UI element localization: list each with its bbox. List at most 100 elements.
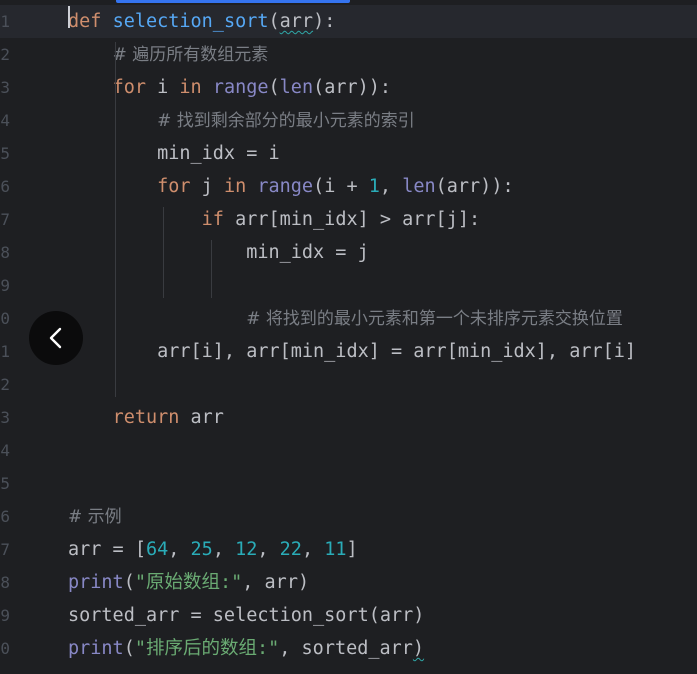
code-token: sorted_arr = selection_sort(arr) xyxy=(68,605,425,626)
line-number: 5 xyxy=(0,144,10,163)
line-number: 1 xyxy=(0,342,10,361)
code-token: ( xyxy=(268,77,280,98)
code-token: arr[min_idx] > arr[j]: xyxy=(223,209,481,230)
code-token: for xyxy=(157,176,191,197)
back-button[interactable] xyxy=(29,311,83,365)
code-text: # 找到剩余部分的最小元素的索引 xyxy=(68,104,415,138)
code-line[interactable]: 9 xyxy=(0,269,697,302)
indent-guide xyxy=(115,42,116,397)
code-token: , xyxy=(301,539,325,560)
code-line[interactable]: 8 min_idx = j xyxy=(0,236,697,269)
code-token: , sorted_arr xyxy=(279,638,413,659)
code-line[interactable]: 0 # 将找到的最小元素和第一个未排序元素交换位置 xyxy=(0,302,697,335)
line-number: 7 xyxy=(0,540,10,559)
code-token: , xyxy=(257,539,280,560)
code-text: # 遍历所有数组元素 xyxy=(68,38,269,72)
code-token: min_idx = i xyxy=(68,143,280,164)
line-number: 4 xyxy=(0,441,10,460)
code-token: ) xyxy=(412,638,425,659)
code-token: print xyxy=(68,638,124,659)
code-line[interactable]: 2 xyxy=(0,368,697,401)
text-cursor xyxy=(68,6,70,28)
code-text: return arr xyxy=(68,401,224,434)
code-token: ( xyxy=(268,11,280,32)
code-token: len xyxy=(279,77,314,98)
code-line[interactable]: 7 if arr[min_idx] > arr[j]: xyxy=(0,203,697,236)
code-token: 11 xyxy=(324,539,347,560)
code-token: arr xyxy=(179,407,224,428)
code-text: for i in range(len(arr)): xyxy=(68,71,392,104)
code-token: i xyxy=(145,77,180,98)
line-number: 8 xyxy=(0,573,10,592)
code-token: 22 xyxy=(279,539,302,560)
code-line[interactable]: 6 # 示例 xyxy=(0,500,697,533)
code-token: arr[i], arr[min_idx] = arr[min_idx], arr… xyxy=(68,341,637,362)
line-number: 3 xyxy=(0,78,10,97)
code-line[interactable]: 9 sorted_arr = selection_sort(arr) xyxy=(0,599,697,632)
code-token: , xyxy=(168,539,191,560)
code-token: (arr)): xyxy=(435,176,514,197)
code-editor[interactable]: 1 def selection_sort(arr): 2 # 遍历所有数组元素 3 f… xyxy=(0,0,697,674)
code-token: , xyxy=(212,539,236,560)
code-line[interactable]: 4 xyxy=(0,434,697,467)
code-text: sorted_arr = selection_sort(arr) xyxy=(68,599,424,632)
code-text: min_idx = j xyxy=(68,236,369,269)
line-number: 4 xyxy=(0,111,10,130)
code-line[interactable]: 8 print("原始数组:", arr) xyxy=(0,566,697,599)
code-token: for xyxy=(112,77,146,98)
code-token: range xyxy=(257,176,314,197)
code-line[interactable]: 3 return arr xyxy=(0,401,697,434)
line-number: 2 xyxy=(0,375,10,394)
line-number: 7 xyxy=(0,210,10,229)
code-token: selection_sort xyxy=(112,11,269,32)
code-token: min_idx = j xyxy=(68,242,369,263)
line-number: 5 xyxy=(0,474,10,493)
code-line[interactable]: 1 arr[i], arr[min_idx] = arr[min_idx], a… xyxy=(0,335,697,368)
code-token: if xyxy=(201,209,224,230)
code-line[interactable]: 1 def selection_sort(arr): xyxy=(0,5,697,38)
line-number: 1 xyxy=(0,12,10,31)
code-line[interactable]: 6 for j in range(i + 1, len(arr)): xyxy=(0,170,697,203)
code-text: print("原始数组:", arr) xyxy=(68,566,309,599)
code-line[interactable]: 3 for i in range(len(arr)): xyxy=(0,71,697,104)
code-text: for j in range(i + 1, len(arr)): xyxy=(68,170,514,203)
code-token: ( xyxy=(123,572,135,593)
indent-guide xyxy=(211,240,212,298)
chevron-left-icon xyxy=(49,327,62,349)
code-token: # 遍历所有数组元素 xyxy=(112,45,269,65)
code-text: # 将找到的最小元素和第一个未排序元素交换位置 xyxy=(68,302,623,336)
code-token: ] xyxy=(346,539,358,560)
code-token: "排序后的数组:" xyxy=(134,638,280,659)
code-token: 64 xyxy=(145,539,169,560)
code-line[interactable]: 7 arr = [64, 25, 12, 22, 11] xyxy=(0,533,697,566)
code-token: in xyxy=(179,77,202,98)
indent-guide xyxy=(163,207,164,298)
code-token: , xyxy=(379,176,403,197)
code-text: print("排序后的数组:", sorted_arr) xyxy=(68,632,424,665)
code-text: # 示例 xyxy=(68,500,122,534)
code-text: arr[i], arr[min_idx] = arr[min_idx], arr… xyxy=(68,335,636,368)
code-token: 25 xyxy=(190,539,213,560)
code-line[interactable]: 2 # 遍历所有数组元素 xyxy=(0,38,697,71)
code-line[interactable]: 5 min_idx = i xyxy=(0,137,697,170)
code-line[interactable]: 5 xyxy=(0,467,697,500)
code-token: arr xyxy=(279,11,314,32)
code-line[interactable]: 4 # 找到剩余部分的最小元素的索引 xyxy=(0,104,697,137)
code-token: print xyxy=(68,572,124,593)
code-text: arr = [64, 25, 12, 22, 11] xyxy=(68,533,358,566)
code-token: ( xyxy=(123,638,135,659)
code-line[interactable]: 0 print("排序后的数组:", sorted_arr) xyxy=(0,632,697,665)
code-token: # 将找到的最小元素和第一个未排序元素交换位置 xyxy=(246,309,623,329)
code-text: def selection_sort(arr): xyxy=(68,5,335,38)
code-token: arr = [ xyxy=(68,539,146,560)
code-token: # 示例 xyxy=(68,507,122,527)
code-token: , arr) xyxy=(242,572,310,593)
line-number: 9 xyxy=(0,606,10,625)
active-tab-indicator xyxy=(116,0,350,3)
line-number: 8 xyxy=(0,243,10,262)
